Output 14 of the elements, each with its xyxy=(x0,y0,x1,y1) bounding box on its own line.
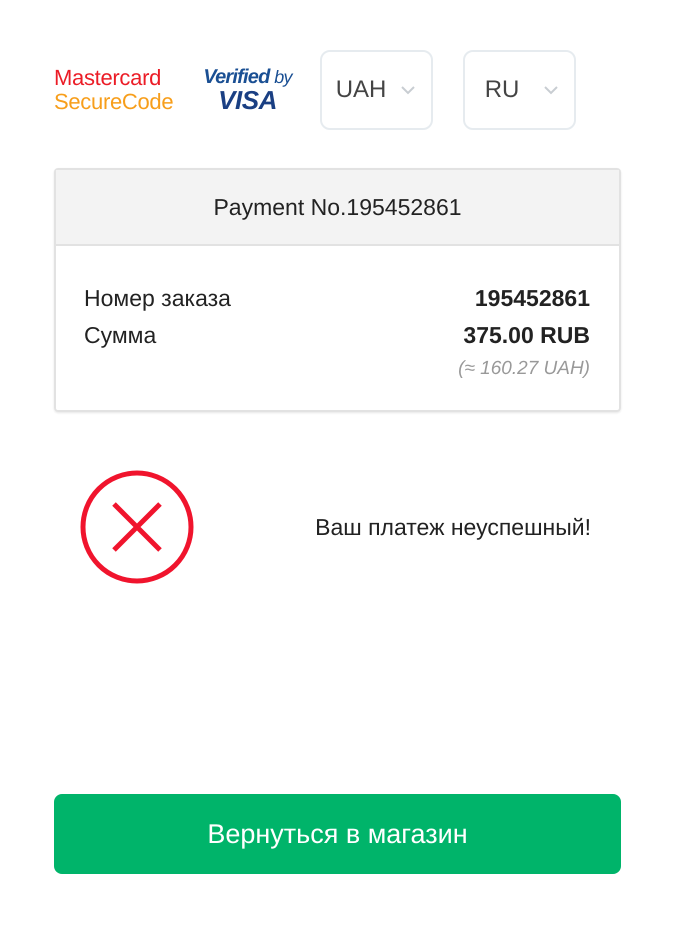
converted-amount: (≈ 160.27 UAH) xyxy=(457,358,590,380)
row-value: 375.00 RUB xyxy=(463,321,590,350)
dropdown[interactable]: RU xyxy=(462,50,576,130)
row-label: Сумма xyxy=(84,321,156,350)
verified-by-visa-logo: Verified by VISA xyxy=(203,67,292,113)
payment-title: Payment No.195452861 xyxy=(213,194,462,220)
chevron-down-icon xyxy=(400,86,415,94)
row-value: 195452861 xyxy=(474,284,590,313)
dropdown[interactable]: UAH xyxy=(320,50,433,130)
row-label: Номер заказа xyxy=(84,284,231,313)
error-cross-icon xyxy=(80,470,194,584)
status-message: Ваш платеж неуспешный! xyxy=(315,514,591,540)
chevron-down-icon xyxy=(544,86,558,94)
mastercard-securecode-logo: Mastercard SecureCode xyxy=(54,67,174,113)
